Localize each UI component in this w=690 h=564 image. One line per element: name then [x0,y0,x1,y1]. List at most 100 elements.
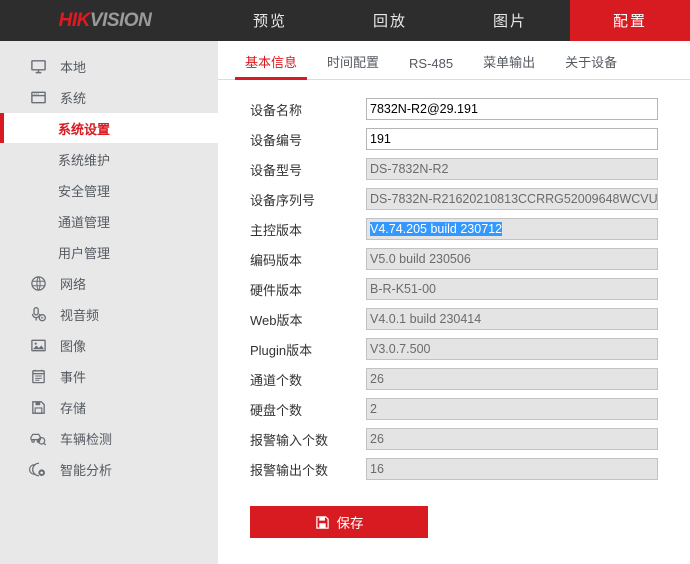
main-navigation: 预览 回放 图片 配置 [210,0,690,41]
sidebar-item-channel-management-label: 通道管理 [58,212,110,231]
sidebar-item-channel-management[interactable]: 通道管理 [0,206,218,236]
logo-vision-text: VISION [90,10,151,32]
form-row-device-name: 设备名称7832N-R2@29.191 [218,94,690,124]
save-button[interactable]: 保存 [250,506,428,538]
nav-configuration[interactable]: 配置 [570,0,690,41]
form-row-device-serial-number: 设备序列号DS-7832N-R21620210813CCRRG52009648W… [218,184,690,214]
top-header-bar: HIKVISION 预览 回放 图片 配置 [0,0,690,41]
tab-menu-output-label: 菜单输出 [483,55,535,70]
sidebar-item-storage[interactable]: 存储 [0,392,218,422]
alarm-input-count-value: 26 [366,428,658,450]
nav-playback[interactable]: 回放 [330,0,450,41]
sidebar-item-smart-analysis-label: 智能分析 [60,460,112,479]
device-model-value: DS-7832N-R2 [366,158,658,180]
globe-icon [18,275,58,292]
sidebar-item-system-maintenance-label: 系统维护 [58,150,110,169]
channel-count-label: 通道个数 [218,370,366,389]
floppy-disk-icon [315,515,330,530]
sidebar-item-image[interactable]: 图像 [0,330,218,360]
device-number-label: 设备编号 [218,130,366,149]
tab-rs485[interactable]: RS-485 [399,56,463,79]
sidebar-item-event[interactable]: 事件 [0,361,218,391]
nav-preview-label: 预览 [253,10,287,31]
tab-menu-output[interactable]: 菜单输出 [473,52,545,79]
hardware-version-value: B-R-K51-00 [366,278,658,300]
nav-picture[interactable]: 图片 [450,0,570,41]
form-row-device-model: 设备型号DS-7832N-R2 [218,154,690,184]
logo-hik-text: HIK [59,10,90,32]
sidebar-item-event-label: 事件 [60,367,86,386]
form-row-encoding-version: 编码版本V5.0 build 230506 [218,244,690,274]
form-row-device-number: 设备编号191 [218,124,690,154]
nav-preview[interactable]: 预览 [210,0,330,41]
alarm-output-count-label: 报警输出个数 [218,460,366,479]
image-icon [18,337,58,354]
form-row-hardware-version: 硬件版本B-R-K51-00 [218,274,690,304]
sidebar-item-audio-video-label: 视音频 [60,305,99,324]
sidebar-item-user-management[interactable]: 用户管理 [0,237,218,267]
main-firmware-version-value: V4.74.205 build 230712 [366,218,658,240]
hardware-version-label: 硬件版本 [218,280,366,299]
tab-basic-info[interactable]: 基本信息 [235,52,307,79]
tab-rs485-label: RS-485 [409,56,453,71]
sidebar-item-image-label: 图像 [60,336,86,355]
sidebar-item-network-label: 网络 [60,274,86,293]
sidebar-item-user-management-label: 用户管理 [58,243,110,262]
content-area: 基本信息 时间配置 RS-485 菜单输出 关于设备 设备名称7832N-R2@29.1… [218,41,690,564]
monitor-icon [18,58,58,75]
sidebar-item-audio-video[interactable]: 视音频 [0,299,218,329]
sidebar-item-network[interactable]: 网络 [0,268,218,298]
audio-video-icon [18,306,58,323]
sidebar-item-smart-analysis[interactable]: 智能分析 [0,454,218,484]
basic-info-form: 设备名称7832N-R2@29.191设备编号191设备型号DS-7832N-R… [218,80,690,484]
form-row-plugin-version: Plugin版本V3.0.7.500 [218,334,690,364]
sidebar-item-vehicle-detection-label: 车辆检测 [60,429,112,448]
alarm-input-count-label: 报警输入个数 [218,430,366,449]
smart-analysis-icon [18,461,58,478]
tab-about-device[interactable]: 关于设备 [555,52,627,79]
hdd-count-label: 硬盘个数 [218,400,366,419]
sidebar-item-system-label: 系统 [60,88,86,107]
hikvision-logo: HIKVISION [0,0,210,41]
sidebar-item-local[interactable]: 本地 [0,51,218,81]
device-serial-number-value: DS-7832N-R21620210813CCRRG52009648WCVU [366,188,658,210]
device-name-label: 设备名称 [218,100,366,119]
tab-basic-info-label: 基本信息 [245,55,297,70]
sidebar-item-local-label: 本地 [60,57,86,76]
channel-count-value: 26 [366,368,658,390]
form-row-alarm-output-count: 报警输出个数16 [218,454,690,484]
device-number-input[interactable]: 191 [366,128,658,150]
web-version-value: V4.0.1 build 230414 [366,308,658,330]
main-firmware-version-label: 主控版本 [218,220,366,239]
sidebar-item-vehicle-detection[interactable]: 车辆检测 [0,423,218,453]
window-icon [18,89,58,106]
sidebar-item-system[interactable]: 系统 [0,82,218,112]
sidebar: 本地系统系统设置系统维护安全管理通道管理用户管理网络视音频图像事件存储车辆检测智… [0,41,218,564]
nav-picture-label: 图片 [493,10,527,31]
tab-about-device-label: 关于设备 [565,55,617,70]
encoding-version-label: 编码版本 [218,250,366,269]
hdd-count-value: 2 [366,398,658,420]
vehicle-search-icon [18,430,58,447]
tab-time-config-label: 时间配置 [327,55,379,70]
nav-configuration-label: 配置 [613,10,647,31]
plugin-version-value: V3.0.7.500 [366,338,658,360]
sidebar-item-system-settings-label: 系统设置 [58,119,110,138]
sidebar-item-security-management[interactable]: 安全管理 [0,175,218,205]
sidebar-item-security-management-label: 安全管理 [58,181,110,200]
device-model-label: 设备型号 [218,160,366,179]
device-serial-number-label: 设备序列号 [218,190,366,209]
sidebar-item-system-maintenance[interactable]: 系统维护 [0,144,218,174]
sidebar-item-storage-label: 存储 [60,398,86,417]
alarm-output-count-value: 16 [366,458,658,480]
event-list-icon [18,368,58,385]
form-row-hdd-count: 硬盘个数2 [218,394,690,424]
save-button-label: 保存 [337,512,364,532]
tab-time-config[interactable]: 时间配置 [317,52,389,79]
encoding-version-value: V5.0 build 230506 [366,248,658,270]
form-row-main-firmware-version: 主控版本V4.74.205 build 230712 [218,214,690,244]
sidebar-item-system-settings[interactable]: 系统设置 [0,113,218,143]
form-row-channel-count: 通道个数26 [218,364,690,394]
device-name-input[interactable]: 7832N-R2@29.191 [366,98,658,120]
plugin-version-label: Plugin版本 [218,340,366,359]
